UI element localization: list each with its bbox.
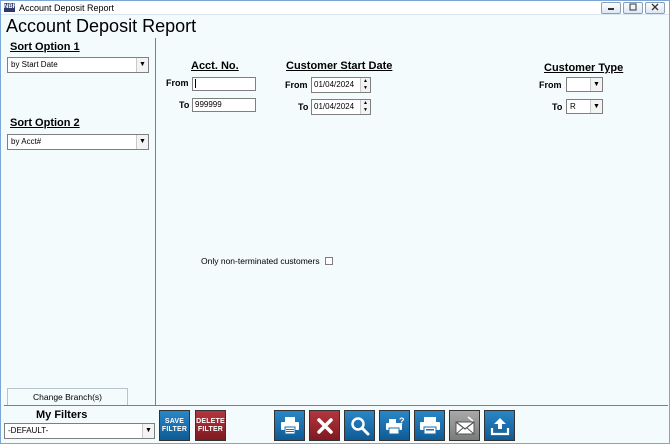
start-date-heading: Customer Start Date	[286, 60, 393, 72]
filter-criteria-panel: Acct. No. From To 999999 Customer Start …	[157, 38, 669, 405]
magnifier-icon	[350, 416, 369, 435]
spinner-up-icon: ▲	[363, 78, 368, 84]
printer-export-icon	[419, 416, 440, 434]
start-date-to-input[interactable]: 01/04/2024 ▲ ▼	[311, 99, 371, 115]
email-button[interactable]	[449, 410, 480, 441]
acct-no-from-input[interactable]	[192, 77, 256, 91]
start-date-from-label: From	[285, 80, 308, 90]
chevron-down-icon: ▼	[142, 424, 154, 438]
acct-no-to-label: To	[179, 100, 190, 110]
save-filter-label-line2: FILTER	[161, 425, 188, 433]
my-filters-value: -DEFAULT-	[8, 426, 49, 435]
acct-no-to-input[interactable]: 999999	[192, 98, 256, 112]
preview-button[interactable]	[344, 410, 375, 441]
sort-option-1-select[interactable]: by Start Date ▼	[7, 57, 149, 73]
non-terminated-label: Only non-terminated customers	[201, 256, 320, 266]
sort-option-2-select[interactable]: by Acct# ▼	[7, 134, 149, 150]
my-filters-select[interactable]: -DEFAULT- ▼	[4, 423, 155, 439]
change-branch-button[interactable]: Change Branch(s)	[7, 388, 128, 405]
close-window-button[interactable]	[645, 2, 665, 14]
save-filter-button[interactable]: SAVE FILTER	[159, 410, 190, 441]
maximize-button[interactable]	[623, 2, 643, 14]
customer-type-from-select[interactable]: ▼	[566, 77, 603, 92]
printer-help-icon: ?	[385, 416, 405, 434]
upload-tray-icon	[490, 417, 509, 435]
non-terminated-checkbox[interactable]	[325, 257, 333, 265]
my-filters-label: My Filters	[36, 409, 88, 421]
bottom-divider	[4, 405, 668, 406]
text-caret	[195, 79, 196, 89]
start-date-from-input[interactable]: 01/04/2024 ▲ ▼	[311, 77, 371, 93]
chevron-down-icon: ▼	[590, 100, 602, 113]
customer-type-to-label: To	[552, 102, 563, 112]
start-date-to-label: To	[298, 102, 309, 112]
minimize-icon	[608, 8, 614, 10]
customer-type-to-value: R	[570, 102, 576, 111]
save-filter-label-line1: SAVE	[164, 417, 185, 425]
acct-no-heading: Acct. No.	[191, 60, 239, 72]
customer-type-from-label: From	[539, 80, 562, 90]
cancel-button[interactable]	[309, 410, 340, 441]
delete-filter-label-line2: FILTER	[197, 425, 224, 433]
window-controls	[601, 2, 665, 14]
spinner-down-icon: ▼	[363, 107, 368, 113]
sort-options-panel: Sort Option 1 by Start Date ▼ Sort Optio…	[4, 38, 156, 405]
start-date-to-value: 01/04/2024	[314, 102, 355, 111]
chevron-down-icon: ▼	[590, 78, 602, 91]
printer-icon	[280, 416, 299, 434]
minimize-button[interactable]	[601, 2, 621, 14]
print-button[interactable]	[274, 410, 305, 441]
customer-type-to-select[interactable]: R ▼	[566, 99, 603, 114]
window-title: Account Deposit Report	[19, 3, 115, 13]
acct-no-to-value: 999999	[195, 100, 222, 109]
sort-option-2-label: Sort Option 2	[10, 117, 80, 129]
close-icon	[651, 3, 659, 11]
report-window: NBF Account Deposit Report Account Depos…	[0, 0, 670, 444]
customer-type-heading: Customer Type	[544, 62, 624, 74]
maximize-icon	[629, 3, 637, 11]
date-spinner[interactable]: ▲ ▼	[360, 100, 370, 114]
sort-option-2-value: by Acct#	[11, 137, 42, 146]
print-setup-button[interactable]: ?	[379, 410, 410, 441]
page-title: Account Deposit Report	[6, 16, 197, 36]
delete-filter-label-line1: DELETE	[196, 417, 225, 425]
close-icon	[316, 417, 333, 434]
acct-no-from-label: From	[166, 78, 189, 88]
export-button[interactable]	[484, 410, 515, 441]
chevron-down-icon: ▼	[136, 58, 148, 72]
chevron-down-icon: ▼	[136, 135, 148, 149]
spinner-down-icon: ▼	[363, 85, 368, 91]
date-spinner[interactable]: ▲ ▼	[360, 78, 370, 92]
print-export-button[interactable]	[414, 410, 445, 441]
sort-option-1-value: by Start Date	[11, 60, 58, 69]
envelope-icon	[455, 415, 474, 434]
delete-filter-button[interactable]: DELETE FILTER	[195, 410, 226, 441]
title-bar: NBF Account Deposit Report	[1, 1, 669, 15]
svg-text:?: ?	[399, 416, 405, 426]
sort-option-1-label: Sort Option 1	[10, 41, 80, 53]
start-date-from-value: 01/04/2024	[314, 80, 355, 89]
spinner-up-icon: ▲	[363, 100, 368, 106]
app-logo-icon: NBF	[4, 3, 17, 12]
